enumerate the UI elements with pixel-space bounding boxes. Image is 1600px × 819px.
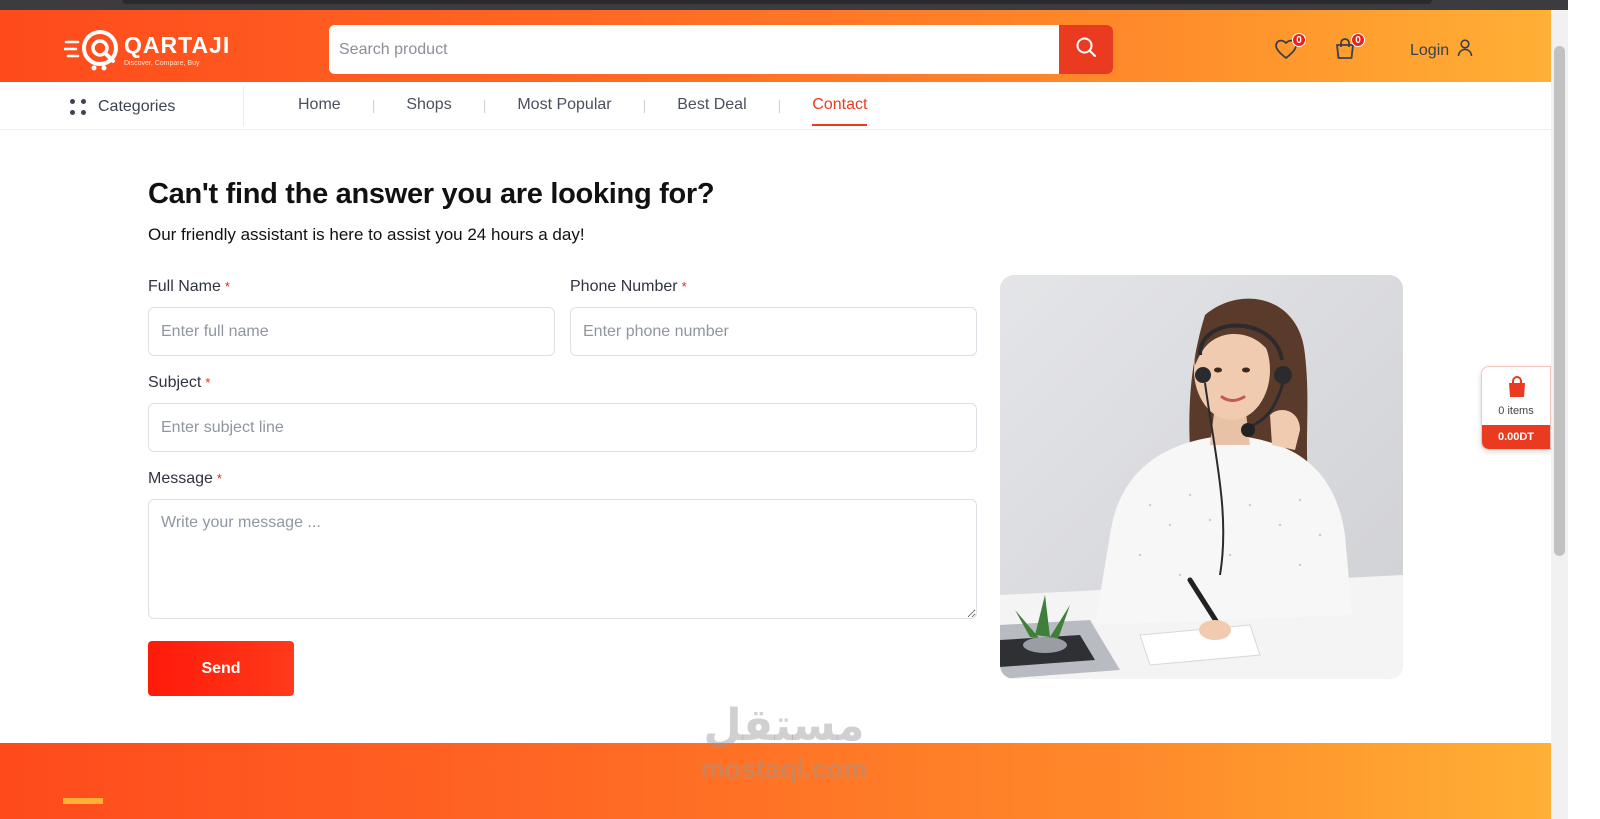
logo-name: QARTAJI [124, 31, 231, 58]
cart-widget-total: 0.00DT [1482, 425, 1550, 449]
search-input[interactable] [329, 25, 1059, 74]
browser-top-strip [0, 0, 1568, 10]
categories-menu[interactable]: Categories [68, 97, 175, 117]
logo[interactable]: QARTAJI Discover, Compare, Buy [62, 26, 231, 72]
watermark-arabic: مستقل [703, 700, 865, 751]
support-agent-image [1000, 275, 1403, 679]
login-link[interactable]: Login [1410, 39, 1473, 62]
nav-divider [243, 86, 244, 126]
message-label-text: Message [148, 470, 213, 487]
floating-cart-widget[interactable]: 0 items 0.00DT [1481, 366, 1551, 450]
watermark-latin: mostaql.com [700, 754, 868, 784]
search-icon [1075, 36, 1097, 63]
grid-dots-icon [68, 97, 88, 117]
page-title: Can't find the answer you are looking fo… [148, 178, 715, 210]
shopping-bag-icon [1506, 375, 1528, 404]
send-button[interactable]: Send [148, 641, 294, 696]
categories-label: Categories [98, 98, 176, 115]
full-name-field[interactable] [148, 307, 555, 356]
phone-label: Phone Number * [570, 278, 687, 296]
nav-separator: | [482, 97, 487, 113]
nav-links: Home | Shops | Most Popular | Best Deal … [298, 96, 868, 126]
search-button[interactable] [1059, 25, 1113, 74]
cart-widget-items: 0 items [1498, 405, 1534, 417]
subject-label: Subject * [148, 374, 210, 392]
required-mark: * [681, 279, 687, 294]
cart-count-badge: 0 [1351, 33, 1365, 47]
search-bar [329, 25, 1113, 74]
logo-mark-icon [62, 26, 120, 72]
page-scrollbar[interactable] [1551, 10, 1568, 819]
full-name-label: Full Name * [148, 278, 230, 296]
phone-field[interactable] [570, 307, 977, 356]
shopping-bag-icon [1332, 38, 1358, 66]
nav-separator: | [642, 97, 647, 113]
phone-label-text: Phone Number [570, 278, 678, 295]
message-field[interactable] [148, 499, 977, 619]
message-label: Message * [148, 470, 222, 488]
wishlist-button[interactable]: 0 [1273, 33, 1306, 62]
footer-accent [63, 798, 103, 804]
nav-separator: | [371, 97, 376, 113]
site-header: QARTAJI Discover, Compare, Buy 0 0 Login [0, 10, 1551, 82]
nav-link-best-deal[interactable]: Best Deal [677, 96, 746, 114]
nav-link-home[interactable]: Home [298, 96, 341, 114]
required-mark: * [205, 375, 211, 390]
main-nav: Categories Home | Shops | Most Popular |… [0, 82, 1551, 130]
wishlist-count-badge: 0 [1292, 33, 1306, 47]
logo-tagline: Discover, Compare, Buy [124, 59, 200, 67]
heart-icon [1273, 39, 1299, 66]
nav-link-shops[interactable]: Shops [406, 96, 451, 114]
browser-top-strip-inner [122, 0, 1432, 4]
user-icon [1457, 39, 1473, 62]
login-label: Login [1410, 41, 1450, 59]
required-mark: * [216, 471, 222, 486]
nav-link-most-popular[interactable]: Most Popular [517, 96, 611, 114]
watermark: مستقل mostaql.com [688, 698, 880, 784]
nav-link-contact[interactable]: Contact [812, 96, 868, 126]
required-mark: * [224, 279, 230, 294]
nav-separator: | [777, 97, 782, 113]
cart-button[interactable]: 0 [1332, 33, 1365, 62]
page-subtitle: Our friendly assistant is here to assist… [148, 225, 585, 244]
subject-label-text: Subject [148, 374, 202, 391]
scrollbar-thumb[interactable] [1554, 46, 1565, 556]
full-name-label-text: Full Name [148, 278, 221, 295]
subject-field[interactable] [148, 403, 977, 452]
